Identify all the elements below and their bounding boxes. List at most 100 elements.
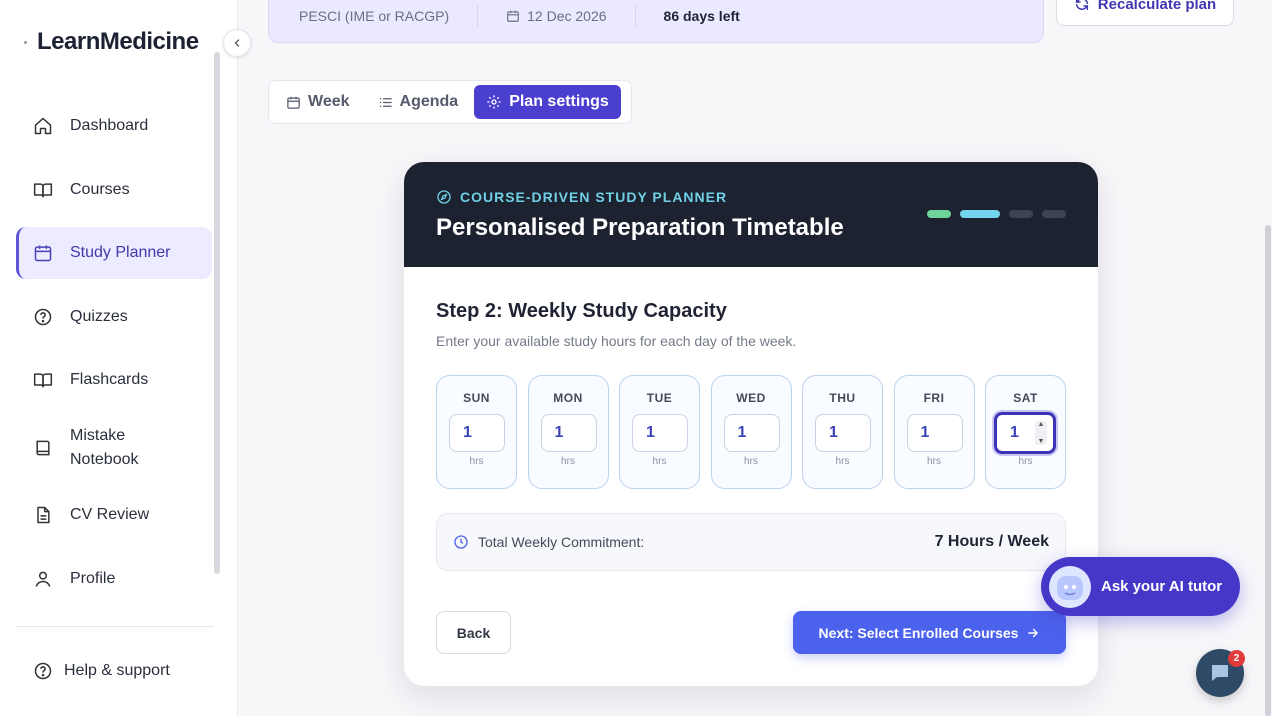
document-icon — [32, 504, 54, 526]
day-card-mon: MON 1 hrs — [527, 375, 609, 489]
back-button[interactable]: Back — [436, 611, 511, 654]
sidebar-item-profile[interactable]: Profile — [16, 553, 212, 605]
exam-name: PESCI (IME or RACGP) — [299, 8, 450, 24]
banner-divider — [477, 5, 479, 27]
weekly-capacity-grid: SUN 1 hrs MON 1 hrs TUE 1 hrs WED 1 hrs … — [436, 375, 1066, 489]
next-label: Next: Select Enrolled Courses — [818, 624, 1019, 641]
recalculate-plan-button[interactable]: Recalculate plan — [1056, 0, 1234, 26]
planner-card: COURSE-DRIVEN STUDY PLANNER Personalised… — [404, 162, 1098, 686]
exam-date: 12 Dec 2026 — [527, 8, 607, 24]
day-label: FRI — [923, 391, 945, 405]
day-label: THU — [829, 391, 856, 405]
list-icon — [379, 97, 392, 107]
calendar-icon — [507, 10, 519, 22]
user-icon — [32, 568, 54, 590]
stepper-up-icon[interactable]: ▲ — [1038, 421, 1045, 428]
book-open-icon — [32, 179, 54, 201]
sidebar-item-quizzes[interactable]: Quizzes — [16, 291, 212, 343]
sidebar-item-label: Quizzes — [70, 307, 128, 325]
total-weekly-commitment: Total Weekly Commitment: 7 Hours / Week — [436, 513, 1066, 571]
progress-step-4 — [1042, 210, 1066, 218]
view-tabs: Week Agenda Plan settings — [268, 80, 632, 124]
logo[interactable]: LearnMedicine — [24, 28, 199, 56]
day-unit: hrs — [744, 456, 758, 467]
number-stepper[interactable]: ▲ ▼ — [1035, 421, 1047, 445]
hours-input-wed[interactable]: 1 — [723, 414, 780, 452]
chat-icon — [1212, 665, 1228, 681]
step-progress — [927, 210, 1066, 218]
day-unit: hrs — [927, 456, 941, 467]
hours-input-thu[interactable]: 1 — [815, 414, 871, 452]
sidebar-item-mistake-notebook[interactable]: Mistake Notebook — [16, 418, 212, 478]
notebook-icon — [32, 437, 54, 459]
exam-banner: PESCI (IME or RACGP) 12 Dec 2026 86 days… — [268, 0, 1044, 43]
card-eyebrow: COURSE-DRIVEN STUDY PLANNER — [436, 189, 727, 205]
progress-step-3 — [1009, 210, 1033, 218]
progress-step-1 — [927, 210, 951, 218]
sidebar-item-courses[interactable]: Courses — [16, 164, 212, 216]
compass-icon — [437, 190, 451, 204]
robot-icon — [1049, 565, 1091, 608]
question-circle-icon — [32, 306, 54, 328]
main-scrollbar[interactable] — [1265, 225, 1271, 716]
tab-plan-settings[interactable]: Plan settings — [474, 85, 621, 119]
sidebar-item-label: Mistake Notebook — [70, 426, 139, 468]
recalculate-label: Recalculate plan — [1097, 0, 1217, 13]
calendar-icon — [287, 96, 300, 109]
ai-tutor-button[interactable]: Ask your AI tutor — [1041, 557, 1240, 616]
sidebar-item-label: Courses — [70, 180, 130, 198]
next-button[interactable]: Next: Select Enrolled Courses — [793, 611, 1066, 654]
total-value: 7 Hours / Week — [934, 533, 1049, 550]
card-title: Personalised Preparation Timetable — [436, 214, 844, 241]
sidebar-item-study-planner[interactable]: Study Planner — [16, 227, 212, 279]
gear-icon — [487, 95, 501, 109]
tab-label: Week — [308, 93, 350, 110]
day-card-fri: FRI 1 hrs — [893, 375, 975, 489]
clock-icon — [454, 535, 468, 549]
days-left: 86 days left — [663, 8, 740, 24]
tab-label: Agenda — [399, 93, 459, 110]
question-circle-icon — [32, 660, 54, 682]
help-support-link[interactable]: Help & support — [32, 660, 170, 682]
sidebar-nav: Dashboard Courses Study Planner Quizzes … — [16, 100, 212, 616]
day-label: WED — [736, 391, 766, 405]
sidebar-item-label: Profile — [70, 569, 116, 587]
collapse-sidebar-button[interactable] — [223, 29, 251, 57]
help-support-label: Help & support — [64, 662, 170, 679]
hours-input-sat[interactable]: 1 ▲ ▼ — [994, 412, 1056, 454]
refresh-icon — [1075, 0, 1088, 11]
hours-input-value: 1 — [1010, 424, 1019, 441]
calendar-icon — [32, 242, 54, 264]
arrow-right-icon — [1028, 628, 1039, 637]
total-label-group: Total Weekly Commitment: — [453, 534, 644, 550]
hours-input-mon[interactable]: 1 — [540, 414, 597, 452]
home-icon — [32, 115, 54, 137]
day-label: SUN — [463, 391, 490, 405]
day-unit: hrs — [652, 456, 667, 467]
day-unit: hrs — [561, 456, 575, 467]
sidebar-item-flashcards[interactable]: Flashcards — [16, 354, 212, 406]
day-label: MON — [553, 391, 583, 405]
sidebar-item-label: Flashcards — [70, 371, 149, 388]
card-header: COURSE-DRIVEN STUDY PLANNER Personalised… — [404, 162, 1098, 267]
day-unit: hrs — [835, 456, 850, 467]
step-description: Enter your available study hours for eac… — [436, 333, 797, 349]
sidebar-scrollbar[interactable] — [214, 52, 220, 574]
sidebar-item-dashboard[interactable]: Dashboard — [16, 100, 212, 152]
hours-input-sun[interactable]: 1 — [449, 414, 505, 452]
sidebar: LearnMedicine Dashboard Courses Study Pl… — [0, 0, 238, 716]
logo-dot — [24, 40, 27, 44]
hours-input-fri[interactable]: 1 — [906, 414, 963, 452]
day-card-sun: SUN 1 hrs — [436, 375, 517, 489]
day-card-sat: SAT 1 ▲ ▼ hrs — [985, 375, 1066, 489]
tab-label: Plan settings — [509, 93, 609, 110]
eyebrow-text: COURSE-DRIVEN STUDY PLANNER — [460, 189, 728, 205]
sidebar-item-cv-review[interactable]: CV Review — [16, 489, 212, 541]
tab-agenda[interactable]: Agenda — [366, 85, 471, 119]
ai-tutor-label: Ask your AI tutor — [1101, 578, 1223, 595]
tab-week[interactable]: Week — [274, 85, 362, 119]
stepper-down-icon[interactable]: ▼ — [1038, 438, 1045, 445]
exam-date-group: 12 Dec 2026 — [506, 8, 607, 24]
sidebar-item-label: Dashboard — [70, 117, 149, 134]
hours-input-tue[interactable]: 1 — [632, 414, 688, 452]
